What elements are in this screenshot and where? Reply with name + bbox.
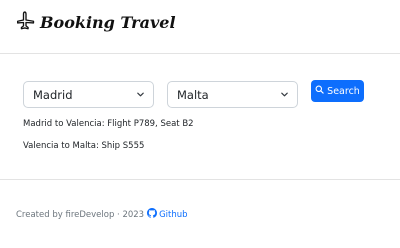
origin-select-value: Madrid <box>33 87 73 102</box>
brand-title[interactable]: Booking Travel <box>40 13 176 32</box>
search-icon <box>315 85 324 97</box>
airplane-icon <box>16 10 36 34</box>
destination-select-value: Malta <box>177 87 209 102</box>
github-icon <box>147 208 158 221</box>
github-link-label: Github <box>159 209 188 220</box>
footer-credit: Created by fireDevelop · 2023 <box>16 209 145 220</box>
destination-select[interactable]: Malta <box>167 81 298 108</box>
result-item: Valencia to Malta: Ship S555 <box>23 141 145 151</box>
footer-divider <box>0 179 400 180</box>
search-button[interactable]: Search <box>311 80 364 102</box>
chevron-down-icon <box>135 90 145 100</box>
footer: Created by fireDevelop · 2023 Github <box>16 208 188 221</box>
chevron-down-icon <box>279 90 289 100</box>
github-link[interactable]: Github <box>147 208 188 221</box>
result-item: Madrid to Valencia: Flight P789, Seat B2 <box>23 119 194 129</box>
origin-select[interactable]: Madrid <box>23 81 154 108</box>
search-button-label: Search <box>327 85 360 97</box>
header: Booking Travel <box>16 10 176 34</box>
header-divider <box>0 53 400 54</box>
